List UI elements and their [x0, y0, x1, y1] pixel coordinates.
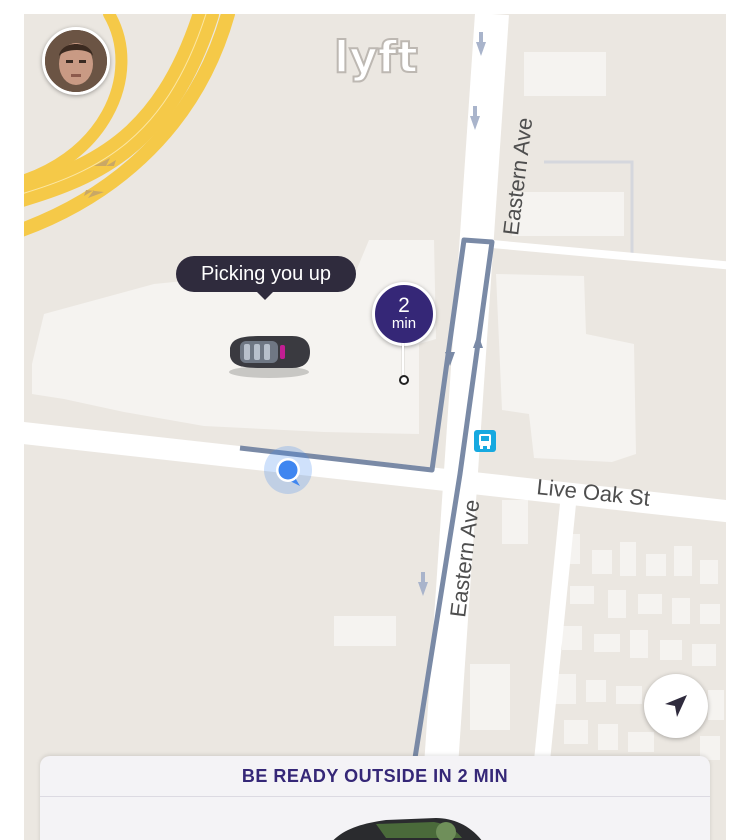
- map-screen[interactable]: Eastern Ave Eastern Ave Live Oak St lyft…: [24, 14, 726, 840]
- locate-me-button[interactable]: [644, 674, 708, 738]
- eta-pin: 2 min: [368, 280, 438, 388]
- car-icon: [229, 336, 310, 378]
- bus-stop-icon[interactable]: [474, 430, 496, 452]
- svg-text:lyft: lyft: [334, 32, 418, 83]
- map[interactable]: Eastern Ave Eastern Ave Live Oak St: [24, 14, 726, 840]
- picking-you-up-tooltip: Picking you up: [176, 256, 356, 300]
- card-title: BE READY OUTSIDE IN 2 MIN: [40, 756, 710, 797]
- navigation-arrow-icon: [665, 695, 687, 717]
- user-location-icon: [264, 446, 312, 494]
- lyft-logo: lyft: [332, 26, 420, 86]
- user-avatar[interactable]: [42, 27, 110, 95]
- avatar-face-icon: [45, 30, 107, 92]
- eta-minutes: 2: [398, 294, 410, 317]
- pickup-status-card[interactable]: BE READY OUTSIDE IN 2 MIN: [40, 756, 710, 840]
- pin-stem: [402, 343, 404, 379]
- car-photo-icon: [333, 818, 482, 840]
- eta-bubble: 2 min: [372, 282, 436, 346]
- eta-unit: min: [391, 315, 417, 332]
- pickup-point: [399, 375, 409, 385]
